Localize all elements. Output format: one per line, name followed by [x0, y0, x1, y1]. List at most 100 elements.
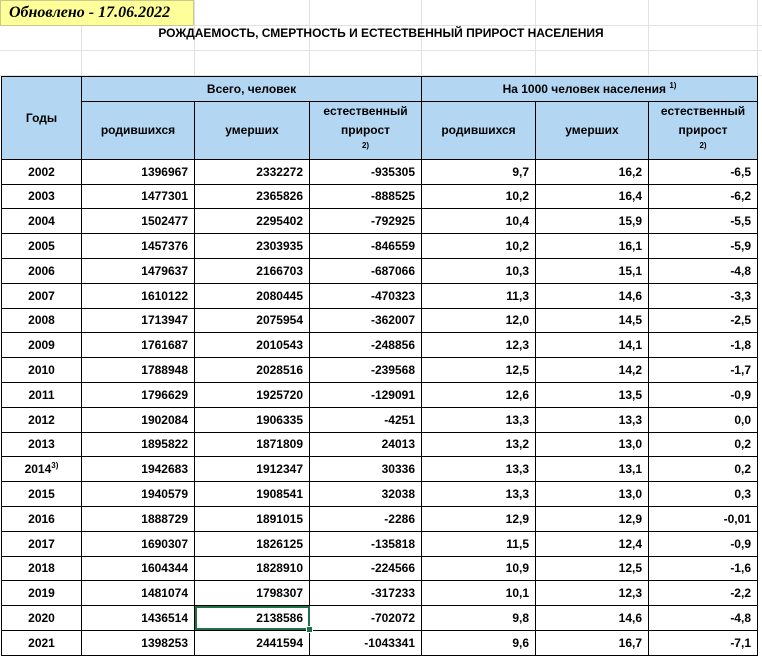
cell-born[interactable]: 1713947 [81, 307, 195, 334]
cell-growth-r[interactable]: -1,7 [648, 357, 758, 383]
cell-born-r[interactable]: 12,0 [421, 307, 536, 334]
header-died-total[interactable]: умерших [194, 100, 310, 160]
cell-born-r[interactable]: 9,7 [421, 158, 536, 185]
cell-died[interactable]: 1912347 [194, 456, 310, 483]
cell-died[interactable]: 1828910 [194, 555, 310, 582]
cell-growth[interactable]: -470323 [309, 282, 422, 309]
header-growth-total[interactable]: естественный прирост 2) [309, 100, 422, 160]
cell-born[interactable]: 1788948 [81, 357, 195, 383]
cell-died-r[interactable]: 14,2 [535, 357, 649, 383]
cell-born[interactable]: 1479637 [81, 257, 195, 284]
cell-born[interactable]: 1888729 [81, 505, 195, 532]
cell-died[interactable]: 1891015 [194, 505, 310, 532]
cell-died[interactable]: 2010543 [194, 332, 310, 359]
cell-died-r[interactable]: 15,9 [535, 208, 649, 235]
cell-year[interactable]: 20143) [1, 456, 82, 483]
cell-died-r[interactable]: 13,3 [535, 406, 649, 433]
cell-died[interactable]: 2028516 [194, 357, 310, 383]
cell-born-r[interactable]: 11,3 [421, 282, 536, 309]
cell-born[interactable]: 1502477 [81, 208, 195, 235]
cell-growth-r[interactable]: -4,8 [648, 605, 758, 631]
cell-born-r[interactable]: 10,2 [421, 183, 536, 210]
cell-growth[interactable]: -846559 [309, 233, 422, 259]
cell-growth-r[interactable]: -2,2 [648, 580, 758, 607]
cell-growth-r[interactable]: 0,3 [648, 481, 758, 507]
cell-died-r[interactable]: 14,1 [535, 332, 649, 359]
cell-born[interactable]: 1396967 [81, 158, 195, 185]
cell-year[interactable]: 2009 [1, 332, 82, 359]
cell-died[interactable]: 2332272 [194, 158, 310, 185]
cell-year[interactable]: 2013 [1, 431, 82, 458]
cell-growth[interactable]: -224566 [309, 555, 422, 582]
cell-died[interactable]: 2075954 [194, 307, 310, 334]
header-growth-rate[interactable]: естественный прирост 2) [648, 100, 758, 160]
cell-died-r[interactable]: 12,4 [535, 530, 649, 557]
cell-died[interactable]: 2303935 [194, 233, 310, 259]
cell-growth-r[interactable]: -6,2 [648, 183, 758, 210]
cell-died-r[interactable]: 13,5 [535, 381, 649, 408]
cell-growth-r[interactable]: -5,9 [648, 233, 758, 259]
cell-growth-r[interactable]: -0,9 [648, 530, 758, 557]
cell-growth[interactable]: -239568 [309, 357, 422, 383]
cell-born-r[interactable]: 13,3 [421, 406, 536, 433]
cell-born[interactable]: 1796629 [81, 381, 195, 408]
cell-died-r[interactable]: 16,1 [535, 233, 649, 259]
cell-growth[interactable]: -317233 [309, 580, 422, 607]
cell-died[interactable]: 1908541 [194, 481, 310, 507]
cell-growth[interactable]: -935305 [309, 158, 422, 185]
cell-growth[interactable]: -135818 [309, 530, 422, 557]
cell-born[interactable]: 1761687 [81, 332, 195, 359]
cell-year[interactable]: 2002 [1, 158, 82, 185]
cell-died-r[interactable]: 16,4 [535, 183, 649, 210]
cell-born-r[interactable]: 9,8 [421, 605, 536, 631]
cell-year[interactable]: 2015 [1, 481, 82, 507]
cell-year[interactable]: 2021 [1, 629, 82, 656]
cell-died-r[interactable]: 16,7 [535, 629, 649, 656]
cell-growth-r[interactable]: 0,2 [648, 431, 758, 458]
cell-growth-r[interactable]: -1,6 [648, 555, 758, 582]
cell-growth[interactable]: -1043341 [309, 629, 422, 656]
cell-year[interactable]: 2019 [1, 580, 82, 607]
cell-died-r[interactable]: 14,6 [535, 282, 649, 309]
cell-year[interactable]: 2006 [1, 257, 82, 284]
cell-died[interactable]: 1906335 [194, 406, 310, 433]
cell-born[interactable]: 1895822 [81, 431, 195, 458]
cell-growth-r[interactable]: -7,1 [648, 629, 758, 656]
cell-born-r[interactable]: 9,6 [421, 629, 536, 656]
header-per1000-group[interactable]: На 1000 человек населения 1) [421, 76, 758, 102]
cell-born-r[interactable]: 12,6 [421, 381, 536, 408]
cell-born-r[interactable]: 12,9 [421, 505, 536, 532]
cell-died-r[interactable]: 14,6 [535, 605, 649, 631]
cell-died[interactable]: 2080445 [194, 282, 310, 309]
cell-born-r[interactable]: 10,4 [421, 208, 536, 235]
cell-born-r[interactable]: 13,3 [421, 456, 536, 483]
cell-year[interactable]: 2012 [1, 406, 82, 433]
cell-year[interactable]: 2017 [1, 530, 82, 557]
cell-died-r[interactable]: 15,1 [535, 257, 649, 284]
cell-born[interactable]: 1436514 [81, 605, 195, 631]
sheet-title[interactable]: РОЖДАЕМОСТЬ, СМЕРТНОСТЬ И ЕСТЕСТВЕННЫЙ П… [0, 25, 762, 41]
header-total-group[interactable]: Всего, человек [81, 76, 422, 102]
cell-died[interactable]: 2365826 [194, 183, 310, 210]
cell-year[interactable]: 2004 [1, 208, 82, 235]
cell-died[interactable]: 2441594 [194, 629, 310, 656]
cell-died[interactable]: 1826125 [194, 530, 310, 557]
cell-died-r[interactable]: 12,5 [535, 555, 649, 582]
cell-growth[interactable]: -4251 [309, 406, 422, 433]
cell-born[interactable]: 1902084 [81, 406, 195, 433]
cell-growth-r[interactable]: -5,5 [648, 208, 758, 235]
cell-growth-r[interactable]: 0,0 [648, 406, 758, 433]
cell-growth[interactable]: 24013 [309, 431, 422, 458]
cell-year[interactable]: 2003 [1, 183, 82, 210]
cell-died[interactable]: 2295402 [194, 208, 310, 235]
cell-born[interactable]: 1610122 [81, 282, 195, 309]
cell-born-r[interactable]: 12,5 [421, 357, 536, 383]
cell-born-r[interactable]: 12,3 [421, 332, 536, 359]
cell-born-r[interactable]: 10,1 [421, 580, 536, 607]
cell-born[interactable]: 1481074 [81, 580, 195, 607]
cell-growth[interactable]: -687066 [309, 257, 422, 284]
cell-born[interactable]: 1690307 [81, 530, 195, 557]
cell-year[interactable]: 2016 [1, 505, 82, 532]
cell-born[interactable]: 1942683 [81, 456, 195, 483]
cell-growth-r[interactable]: -0,01 [648, 505, 758, 532]
